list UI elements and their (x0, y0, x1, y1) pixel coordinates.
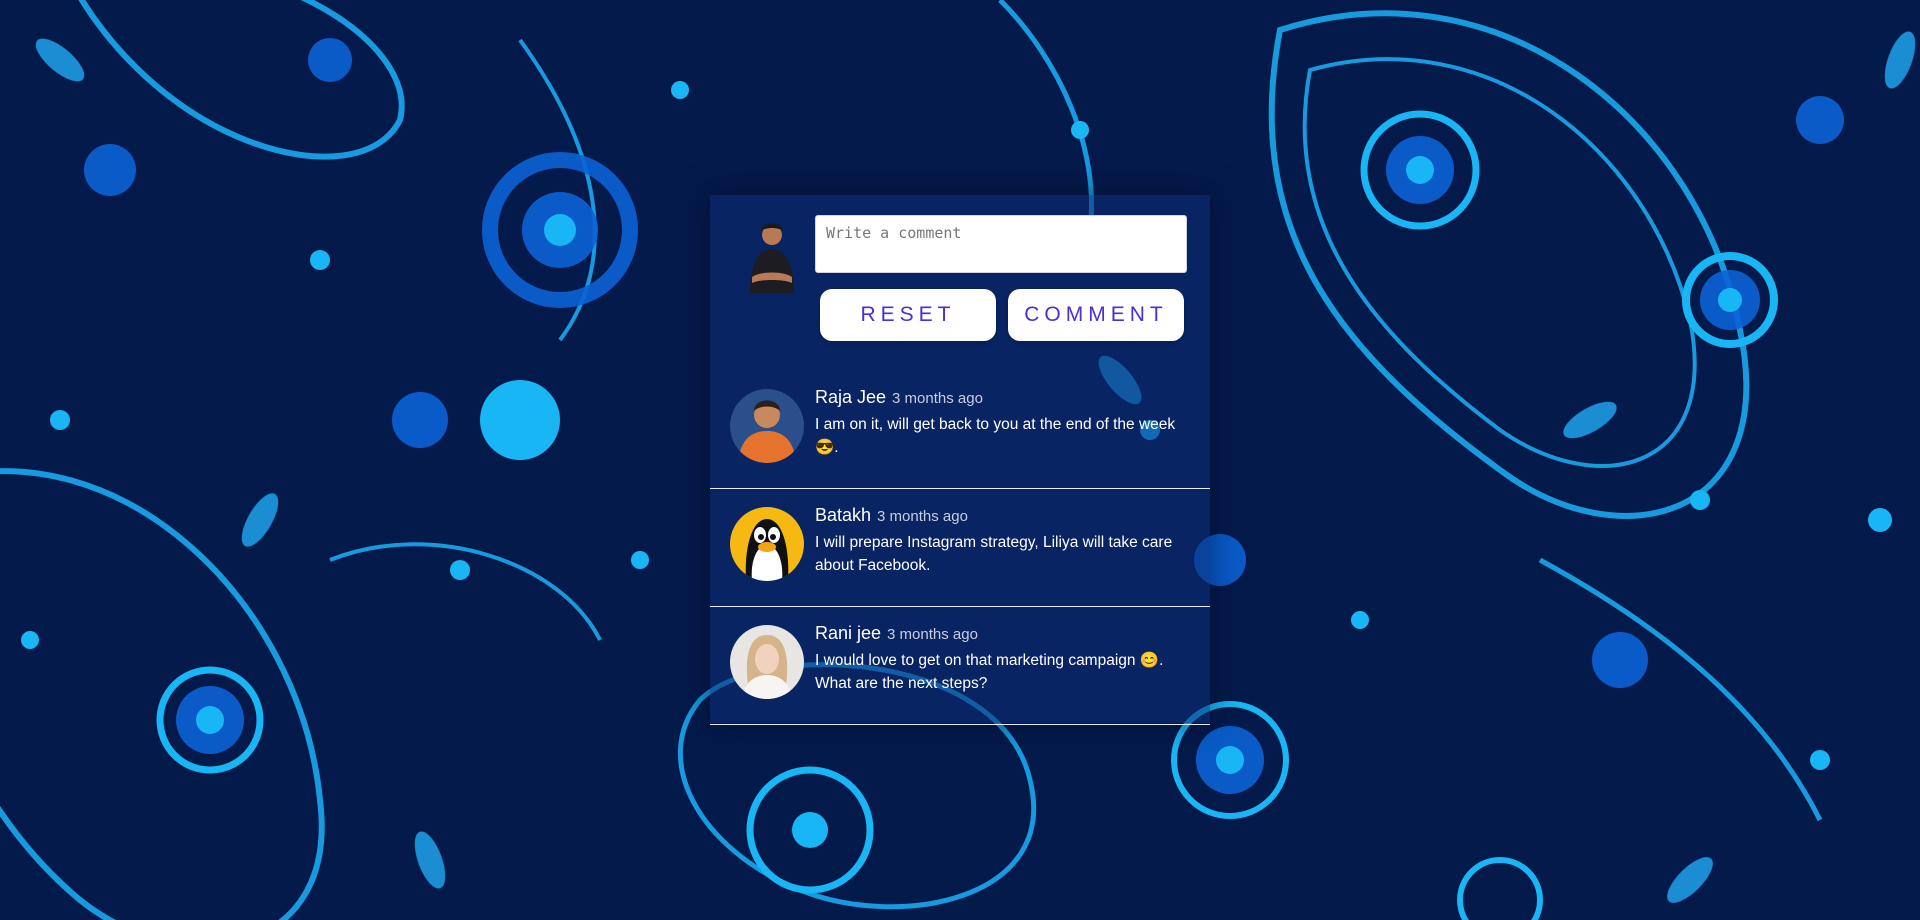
comment-author: Rani jee (815, 623, 882, 643)
comment-author: Batakh (815, 505, 872, 525)
list-item: Raja Jee 3 months ago I am on it, will ge… (710, 371, 1210, 489)
list-item: Batakh 3 months ago I will prepare Instag… (710, 489, 1210, 607)
comment-text: I am on it, will get back to you at the … (815, 416, 1176, 456)
reset-button[interactable]: RESET (820, 289, 996, 341)
current-user-avatar (750, 223, 794, 293)
comment-input[interactable] (815, 215, 1187, 273)
comment-list: Raja Jee 3 months ago I am on it, will ge… (710, 371, 1210, 725)
comment-composer: RESET COMMENT (710, 195, 1210, 355)
list-item: Rani jee 3 months ago I would love to get… (710, 607, 1210, 725)
comment-author: Raja Jee (815, 387, 887, 407)
comment-timestamp: 3 months ago (892, 390, 983, 407)
comment-text: I would love to get on that marketing ca… (815, 652, 1164, 692)
comment-timestamp: 3 months ago (887, 626, 978, 643)
comment-button[interactable]: COMMENT (1008, 289, 1184, 341)
comment-panel: RESET COMMENT Raja Jee 3 months ago I am … (710, 195, 1210, 725)
avatar (730, 389, 804, 463)
avatar (730, 625, 804, 699)
comment-text: I will prepare Instagram strategy, Liliy… (815, 534, 1173, 574)
avatar (730, 507, 804, 581)
comment-timestamp: 3 months ago (877, 508, 968, 525)
